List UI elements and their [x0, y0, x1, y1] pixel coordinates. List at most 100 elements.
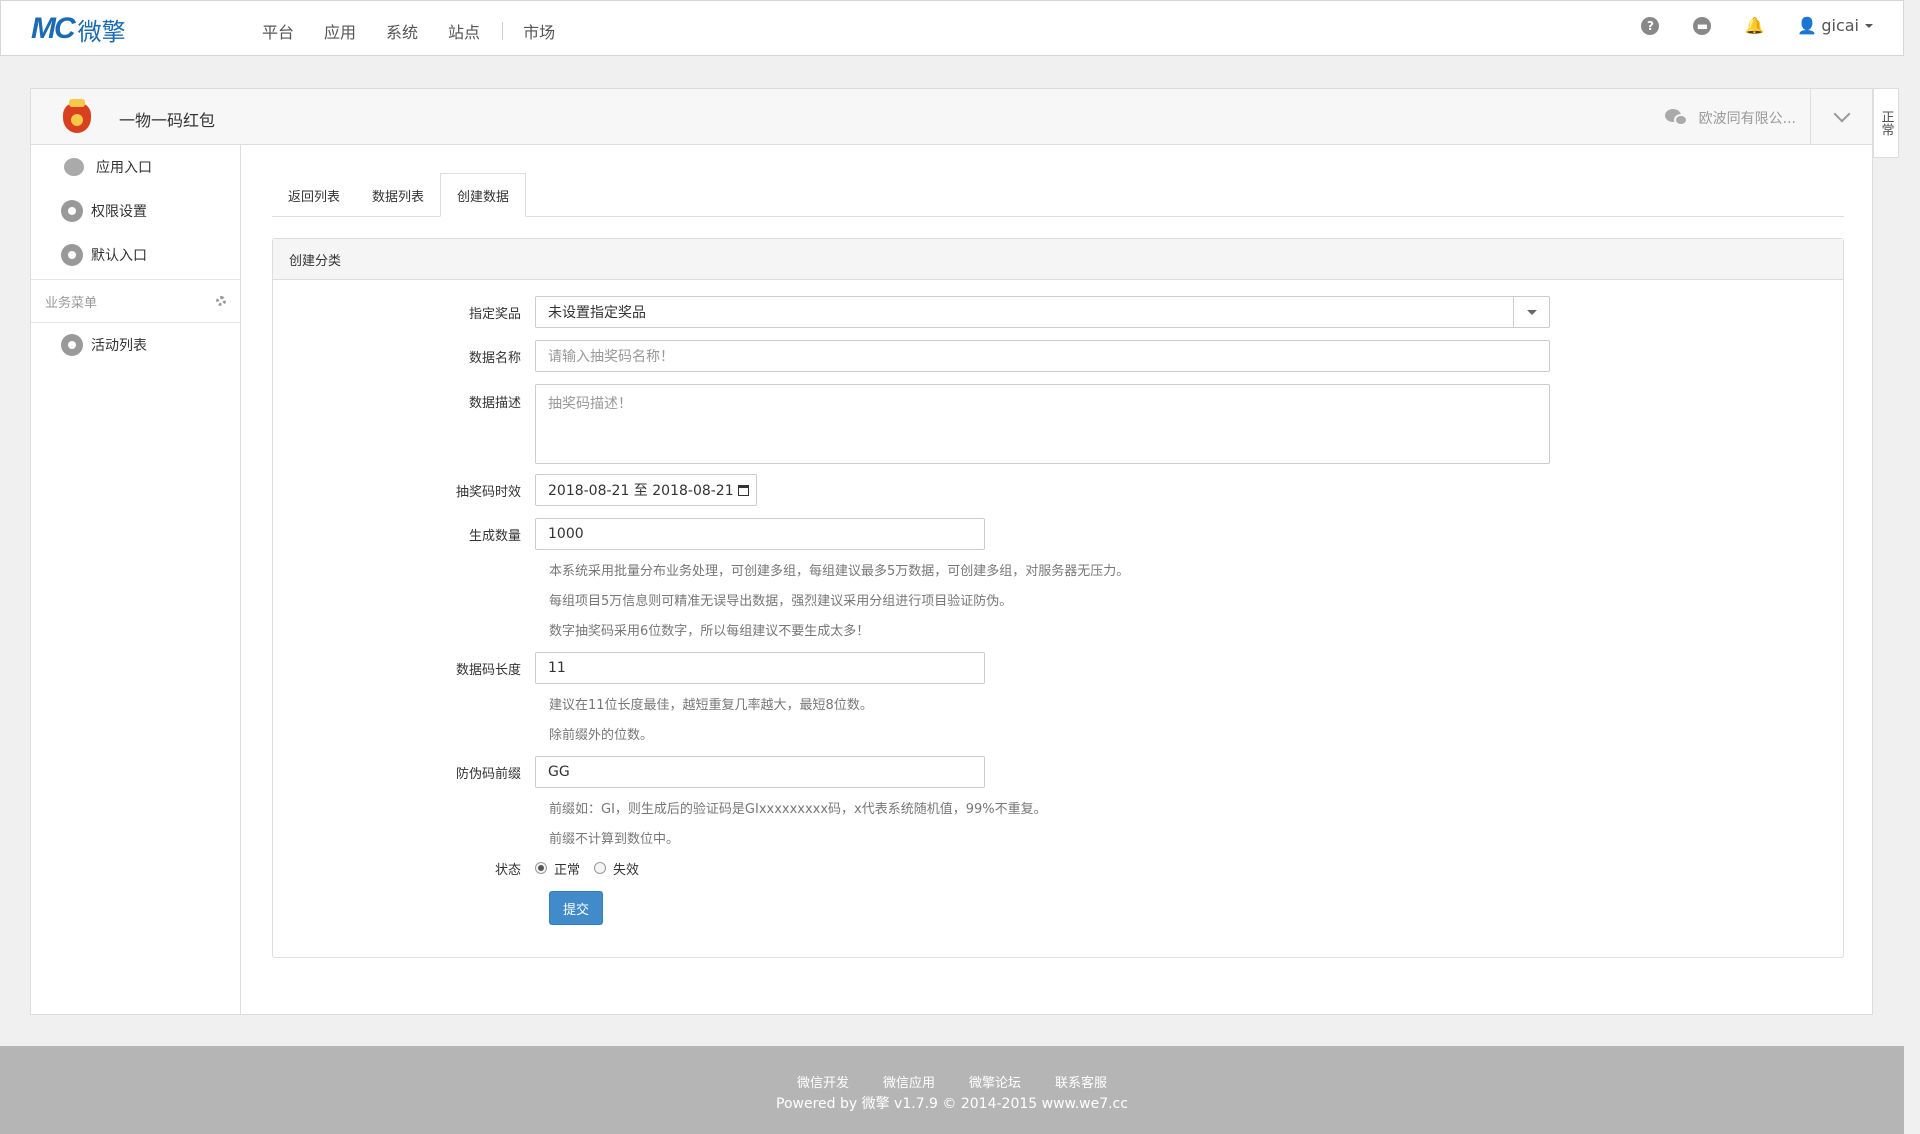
period-row: 抽奖码时效 2018-08-21 至 2018-08-21	[273, 474, 757, 506]
count-label: 生成数量	[468, 528, 521, 544]
footer-link-forum[interactable]: 微擎论坛	[969, 1072, 1021, 1091]
wechat-icon	[1664, 109, 1689, 127]
sidebar: 应用入口 权限设置 默认入口 业务菜单 活动列表	[31, 145, 241, 1014]
sidebar-item-label: 应用入口	[96, 160, 152, 176]
prefix-row: 防伪码前缀 GG	[273, 756, 985, 788]
footer-link-wechat-dev[interactable]: 微信开发	[797, 1072, 849, 1091]
app-panel: 一物一码红包 欧波同有限公... 应用入口 权限设置 默认入口 业务菜单 活动列…	[30, 88, 1873, 1015]
app-title: 一物一码红包	[119, 111, 216, 130]
radio-unchecked-icon	[594, 862, 607, 874]
sidebar-item-activity-list[interactable]: 活动列表	[31, 323, 240, 367]
prefix-value: GG	[548, 764, 570, 780]
prefix-label: 防伪码前缀	[455, 766, 521, 782]
tab-create-data[interactable]: 创建数据	[440, 173, 527, 217]
help-icon[interactable]: ?	[1641, 16, 1660, 35]
description-row: 数据描述 抽奖码描述！	[273, 384, 1550, 464]
status-radio-invalid[interactable]: 失效	[594, 859, 639, 878]
date-range-picker[interactable]: 2018-08-21 至 2018-08-21	[535, 474, 757, 506]
footer: 微信开发 微信应用 微擎论坛 联系客服 Powered by 微擎 v1.7.9…	[0, 1046, 1904, 1134]
user-icon: 👤	[1797, 16, 1818, 35]
chevron-down-icon	[1833, 105, 1850, 123]
radio-label: 正常	[554, 862, 581, 878]
brand-logo[interactable]: MC 微擎	[31, 12, 126, 46]
footer-link-wechat-apps[interactable]: 微信应用	[883, 1072, 935, 1091]
prefix-help-line: 前缀不计算到数位中。	[549, 832, 680, 847]
count-help-line: 数字抽奖码采用6位数字，所以每组建议不要生成太多！	[549, 624, 870, 639]
description-placeholder: 抽奖码描述！	[548, 396, 632, 412]
calendar-icon	[737, 484, 749, 496]
count-help-line: 每组项目5万信息则可精准无误导出数据，强烈建议采用分组进行项目验证防伪。	[549, 594, 1013, 609]
length-help-line: 建议在11位长度最佳，越短重复几率越大，最短8位数。	[549, 698, 873, 713]
account-switcher[interactable]: 欧波同有限公...	[1664, 108, 1796, 128]
prize-select[interactable]: 未设置指定奖品	[535, 296, 1550, 328]
sidebar-group-header: 业务菜单	[31, 279, 240, 323]
dropdown-arrow-icon[interactable]	[1513, 297, 1549, 327]
sidebar-item-label: 权限设置	[91, 204, 147, 220]
bell-icon[interactable]: 🔔	[1744, 16, 1764, 35]
name-input[interactable]: 请输入抽奖码名称！	[535, 340, 1550, 372]
sidebar-item-label: 默认入口	[91, 248, 147, 264]
length-value: 11	[548, 660, 566, 676]
gear-icon	[61, 334, 83, 356]
nav-platform[interactable]: 平台	[262, 19, 294, 43]
sidebar-item-app-entry[interactable]: 应用入口	[31, 145, 240, 189]
caret-down-icon	[1865, 23, 1873, 28]
status-side-tab[interactable]: 正常	[1873, 88, 1899, 158]
tab-bar: 返回列表 数据列表 创建数据	[272, 173, 1844, 217]
count-input[interactable]: 1000	[535, 518, 985, 550]
logo-text: 微擎	[77, 17, 126, 46]
length-label: 数据码长度	[455, 662, 521, 678]
status-label: 状态	[494, 862, 521, 878]
powered-by: Powered by 微擎 v1.7.9 © 2014-2015 www.we7…	[776, 1096, 1128, 1112]
nav-market[interactable]: 市场	[523, 19, 555, 43]
name-row: 数据名称 请输入抽奖码名称！	[273, 340, 1550, 372]
create-form-panel: 创建分类 指定奖品 未设置指定奖品 数据名称 请输入抽奖码名称！ 数据描述 抽奖…	[272, 238, 1844, 958]
gear-icon	[61, 244, 83, 266]
collapse-toggle[interactable]	[1810, 89, 1872, 145]
nav-sites[interactable]: 站点	[448, 19, 480, 43]
top-right-tools: ? ▬ 🔔 👤 gicai	[1607, 16, 1873, 35]
message-icon[interactable]: ▬	[1693, 16, 1712, 35]
date-range-value: 2018-08-21 至 2018-08-21	[548, 483, 734, 499]
gear-icon	[61, 200, 83, 222]
prize-selected-value: 未设置指定奖品	[548, 305, 646, 321]
logo-mark: MC	[31, 12, 76, 45]
status-radio-normal[interactable]: 正常	[535, 859, 580, 878]
name-placeholder: 请输入抽奖码名称！	[548, 349, 674, 365]
nav-apps[interactable]: 应用	[324, 19, 356, 43]
length-input[interactable]: 11	[535, 652, 985, 684]
prize-row: 指定奖品 未设置指定奖品	[273, 296, 1550, 328]
app-header: 一物一码红包 欧波同有限公...	[31, 89, 1872, 145]
prefix-input[interactable]: GG	[535, 756, 985, 788]
sidebar-group-title: 业务菜单	[45, 295, 98, 311]
sidebar-item-permissions[interactable]: 权限设置	[31, 189, 240, 233]
description-label: 数据描述	[468, 396, 521, 411]
count-help-line: 本系统采用批量分布业务处理，可创建多组，每组建议最多5万数据，可创建多组，对服务…	[549, 564, 1130, 579]
radio-checked-icon	[535, 862, 547, 874]
main-nav: 平台 应用 系统 站点 市场	[262, 19, 585, 43]
description-textarea[interactable]: 抽奖码描述！	[535, 384, 1550, 464]
period-label: 抽奖码时效	[455, 484, 521, 500]
username: gicai	[1821, 16, 1859, 35]
user-menu[interactable]: 👤 gicai	[1797, 16, 1873, 35]
tab-back-to-list[interactable]: 返回列表	[272, 173, 356, 217]
gear-icon[interactable]	[216, 296, 226, 306]
tab-data-list[interactable]: 数据列表	[356, 173, 440, 217]
red-envelope-icon	[63, 99, 91, 133]
length-help-line: 除前缀外的位数。	[549, 728, 654, 743]
submit-button[interactable]: 提交	[549, 891, 603, 925]
status-row: 状态 正常 失效	[273, 857, 653, 879]
nav-divider	[502, 22, 504, 40]
count-row: 生成数量 1000	[273, 518, 985, 550]
length-row: 数据码长度 11	[273, 652, 985, 684]
prize-label: 指定奖品	[468, 306, 521, 322]
footer-link-support[interactable]: 联系客服	[1055, 1072, 1107, 1091]
footer-links: 微信开发 微信应用 微擎论坛 联系客服	[0, 1072, 1904, 1091]
account-name: 欧波同有限公...	[1698, 111, 1796, 127]
sidebar-item-default-entry[interactable]: 默认入口	[31, 233, 240, 277]
chat-icon	[64, 158, 84, 176]
nav-system[interactable]: 系统	[386, 19, 418, 43]
sidebar-item-label: 活动列表	[91, 338, 147, 354]
form-panel-title: 创建分类	[273, 239, 1843, 280]
name-label: 数据名称	[468, 350, 521, 366]
